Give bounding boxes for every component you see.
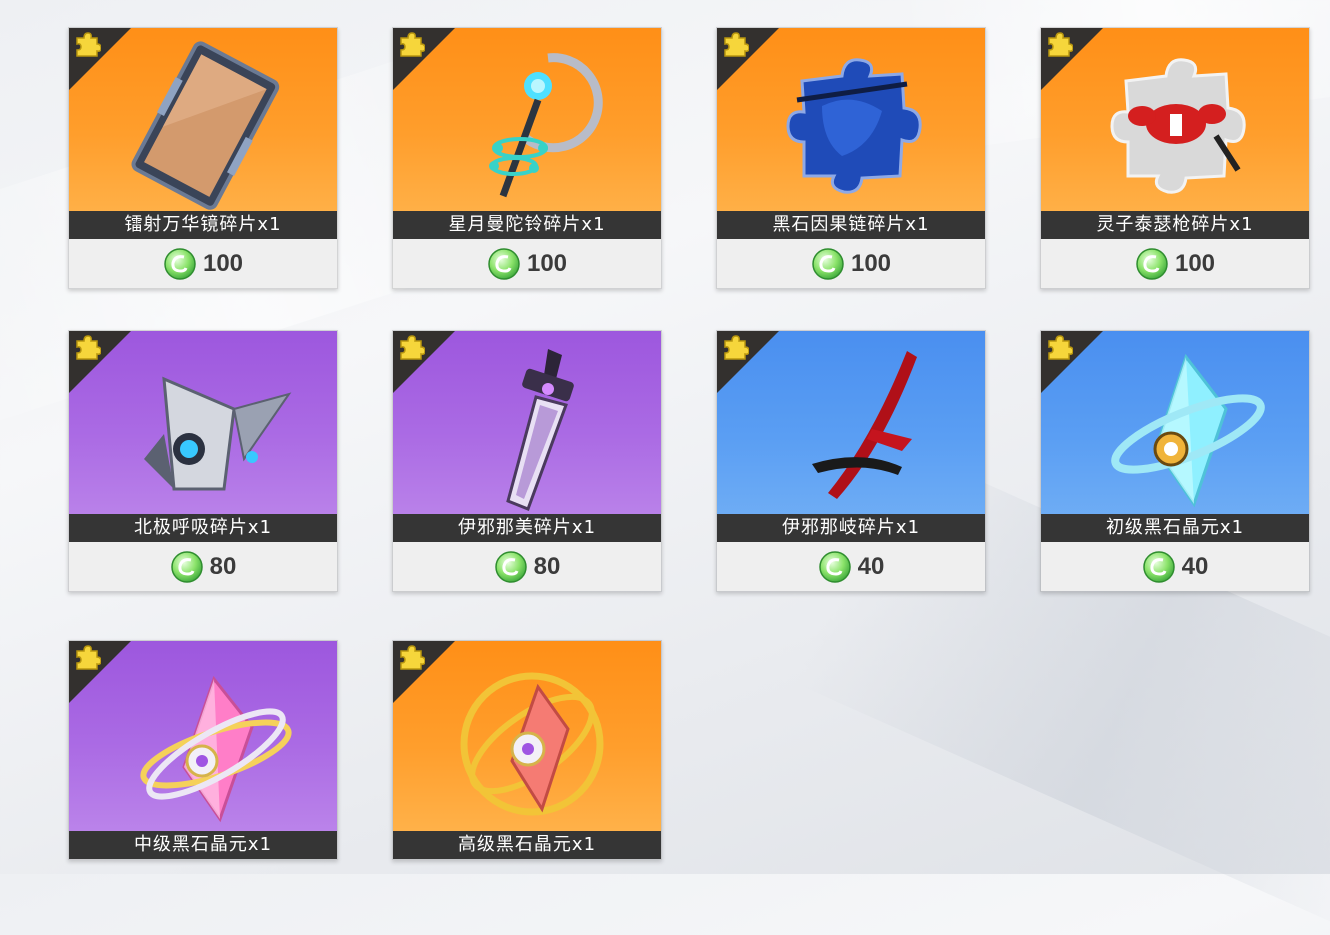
item-name: 初级黑石晶元x1 [1041,514,1309,542]
price-value: 80 [533,552,561,580]
advanced-blackstone-crystal-icon [460,672,604,816]
shop-item-card[interactable]: 星月曼陀铃碎片x1 100 [392,27,662,289]
price-value: 80 [209,552,237,580]
shop-item-card[interactable]: 初级黑石晶元x1 40 [1040,330,1310,592]
price-value: 40 [1181,552,1209,580]
item-artwork [69,331,337,524]
puzzle-piece-icon [724,335,749,360]
price-value: 100 [526,249,568,277]
item-price: 100 [393,239,661,288]
item-price: 100 [717,239,985,288]
item-price: 40 [717,542,985,591]
item-price: 40 [1041,542,1309,591]
item-price: 100 [1041,239,1309,288]
item-artwork [393,331,661,524]
item-artwork [717,331,985,524]
item-name: 北极呼吸碎片x1 [69,514,337,542]
puzzle-piece-icon [400,335,425,360]
shop-item-card[interactable]: 伊邪那美碎片x1 80 [392,330,662,592]
green-crystal-coin-icon [1142,550,1175,583]
item-name: 伊邪那美碎片x1 [393,514,661,542]
green-crystal-coin-icon [494,550,527,583]
item-name: 高级黑石晶元x1 [393,831,661,859]
laser-kaleidoscope-fragment-icon [131,41,280,210]
price-value: 40 [857,552,885,580]
puzzle-piece-icon [76,335,101,360]
puzzle-piece-icon [76,645,101,670]
item-artwork [1041,28,1309,221]
puzzle-piece-icon [400,32,425,57]
green-crystal-coin-icon [170,550,203,583]
price-value: 100 [850,249,892,277]
shop-item-card[interactable]: 灵子泰瑟枪碎片x1 100 [1040,27,1310,289]
item-name: 伊邪那岐碎片x1 [717,514,985,542]
item-price: 100 [69,239,337,288]
puzzle-piece-icon [400,645,425,670]
price-value: 100 [1174,249,1216,277]
shop-item-card[interactable]: 中级黑石晶元x1 [68,640,338,860]
green-crystal-coin-icon [812,247,844,280]
green-crystal-coin-icon [164,247,196,280]
intermediate-blackstone-crystal-icon [140,675,292,823]
item-name: 星月曼陀铃碎片x1 [393,211,661,239]
puzzle-piece-icon [724,32,749,57]
green-crystal-coin-icon [818,550,851,583]
shop-item-card[interactable]: 高级黑石晶元x1 [392,640,662,860]
shop-item-card[interactable]: 北极呼吸碎片x1 80 [68,330,338,592]
item-artwork [69,28,337,221]
item-name: 黑石因果链碎片x1 [717,211,985,239]
blackstone-causal-chain-fragment-icon [786,58,922,194]
izanami-fragment-icon [506,349,574,511]
item-artwork [1041,331,1309,524]
item-artwork [393,28,661,221]
arctic-breath-fragment-icon [144,376,292,491]
puzzle-piece-icon [1048,32,1073,57]
green-crystal-coin-icon [488,247,520,280]
item-artwork [717,28,985,221]
basic-blackstone-crystal-icon [1111,353,1265,508]
star-moon-mandolin-fragment-icon [489,53,603,198]
item-name: 灵子泰瑟枪碎片x1 [1041,211,1309,239]
price-value: 100 [202,249,244,277]
puzzle-piece-icon [76,32,101,57]
item-artwork [393,641,661,834]
shop-item-card[interactable]: 镭射万华镜碎片x1 100 [68,27,338,289]
item-name: 镭射万华镜碎片x1 [69,211,337,239]
shop-grid: 镭射万华镜碎片x1 100 星月曼陀铃碎片x1 100 黑石因果链碎片x1 10… [0,0,1330,874]
green-crystal-coin-icon [1136,247,1168,280]
puzzle-piece-icon [1048,335,1073,360]
shop-item-card[interactable]: 伊邪那岐碎片x1 40 [716,330,986,592]
item-price: 80 [393,542,661,591]
item-name: 中级黑石晶元x1 [69,831,337,859]
izanagi-fragment-icon [812,351,917,499]
item-price: 80 [69,542,337,591]
item-artwork [69,641,337,834]
reishi-taser-fragment-icon [1110,58,1246,194]
shop-item-card[interactable]: 黑石因果链碎片x1 100 [716,27,986,289]
